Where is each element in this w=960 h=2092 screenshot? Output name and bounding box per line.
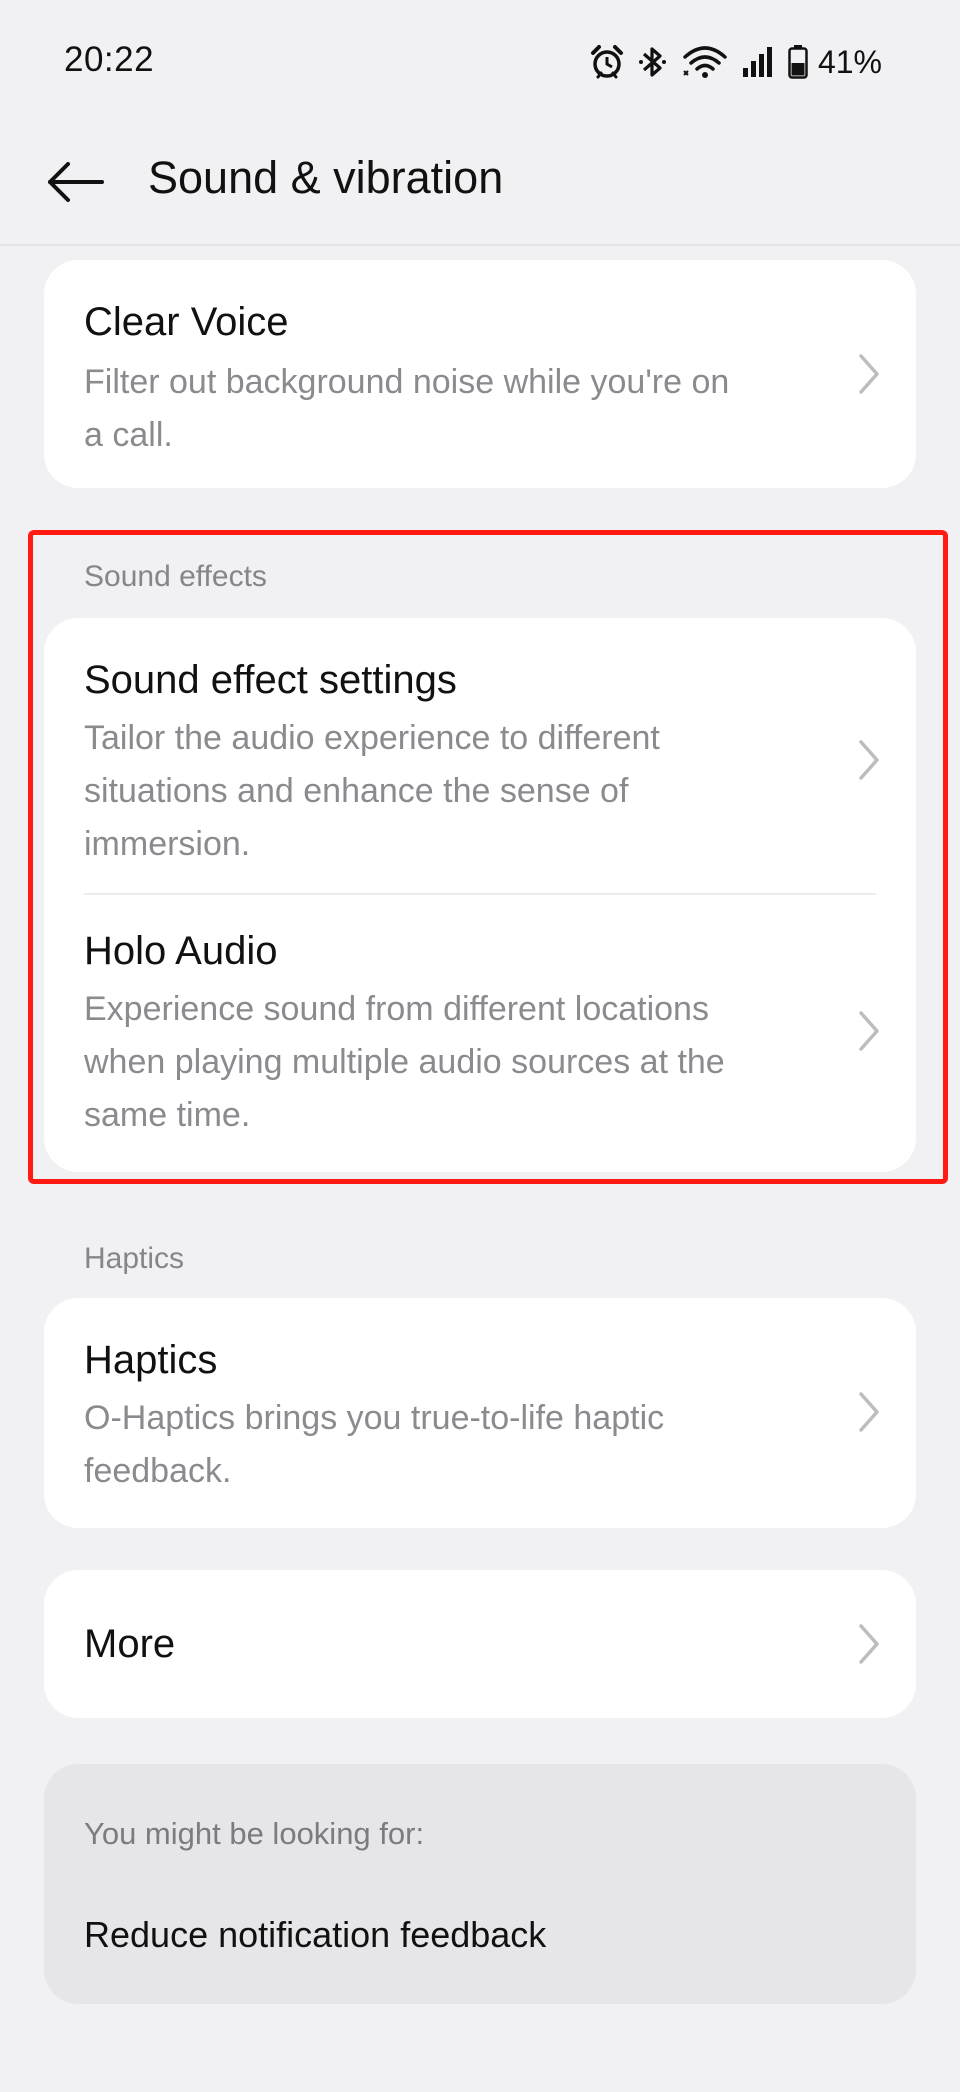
chevron-right-icon [854,1390,884,1434]
battery-icon [788,45,808,79]
more-card[interactable]: More [44,1570,916,1718]
suggestion-link-reduce-notification-feedback[interactable]: Reduce notification feedback [84,1914,546,1956]
haptics-subtitle-line-2: feedback. [84,1452,232,1490]
clear-voice-title: Clear Voice [84,300,289,344]
suggestions-label: You might be looking for: [84,1816,425,1851]
clear-voice-subtitle-line-1: Filter out background noise while you're… [84,363,730,401]
status-bar: 20:22 41% [0,0,960,120]
back-button[interactable] [36,144,116,224]
more-title: More [84,1622,176,1666]
chevron-right-icon [854,1622,884,1666]
haptics-title: Haptics [84,1338,218,1382]
bluetooth-icon [638,44,668,80]
section-label-haptics: Haptics [84,1242,185,1275]
haptics-subtitle-line-1: O-Haptics brings you true-to-life haptic [84,1399,665,1437]
status-icons: 41% [590,40,882,84]
wifi-icon [682,45,728,79]
clear-voice-subtitle-line-2: a call. [84,416,173,454]
alarm-icon [590,44,624,80]
clear-voice-card[interactable]: Clear Voice Filter out background noise … [44,260,916,488]
haptics-card[interactable]: Haptics O-Haptics brings you true-to-lif… [44,1298,916,1528]
app-bar: Sound & vibration [0,120,960,246]
suggestions-card: You might be looking for: Reduce notific… [44,1764,916,2004]
status-time: 20:22 [64,40,155,79]
highlight-box [28,530,948,1184]
battery-percentage: 41% [817,43,882,80]
page-title: Sound & vibration [148,152,504,203]
chevron-right-icon [854,352,884,396]
signal-icon [742,46,774,78]
back-arrow-icon [46,160,106,209]
